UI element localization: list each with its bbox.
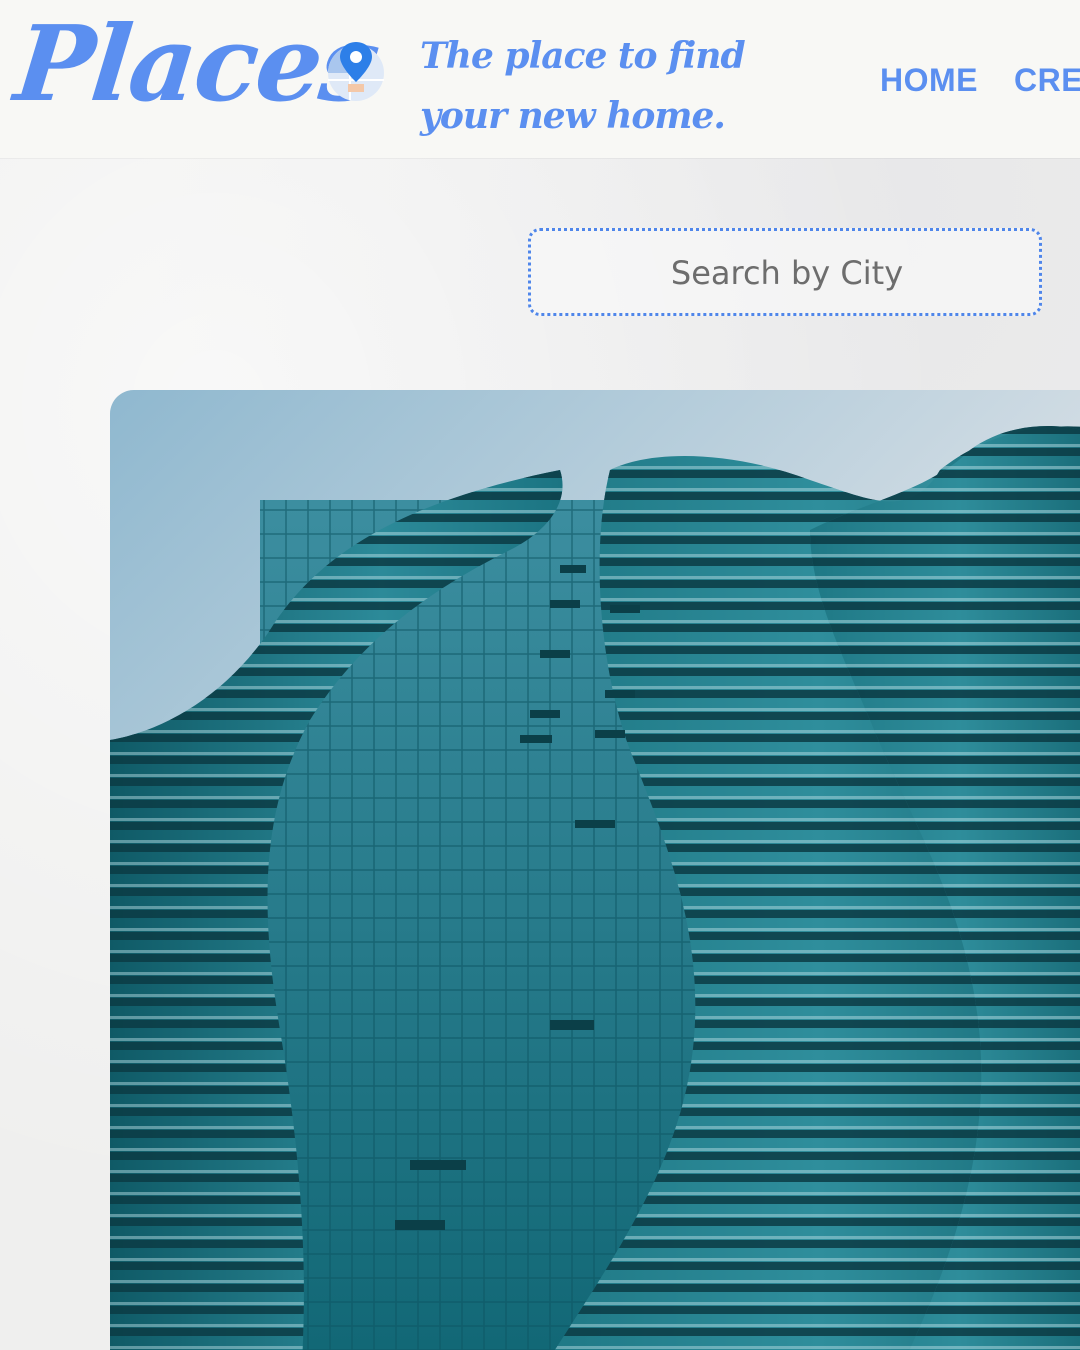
page: Places The place to find your new home. …	[0, 0, 1080, 1350]
search-box	[528, 228, 1043, 316]
city-search-input[interactable]	[531, 231, 1043, 315]
tagline-line-2: your new home.	[420, 95, 726, 137]
building-illustration	[110, 390, 1080, 1350]
main-nav: HOME CREATE	[880, 62, 1080, 99]
site-header: Places The place to find your new home. …	[0, 0, 1080, 158]
pin-icon	[328, 42, 384, 101]
tagline-line-1: The place to find	[420, 35, 746, 77]
tagline: The place to find your new home.	[420, 26, 746, 146]
nav-create-link[interactable]: CREATE	[1014, 62, 1080, 99]
nav-home-link[interactable]: HOME	[880, 62, 978, 99]
hero-photo	[110, 390, 1080, 1350]
